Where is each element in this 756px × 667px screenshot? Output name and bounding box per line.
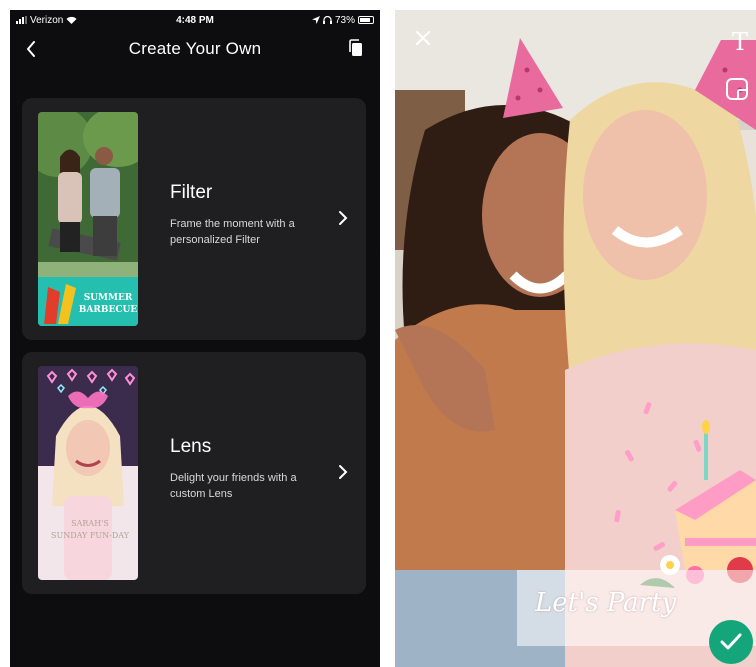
close-button[interactable] — [415, 30, 435, 50]
thumb-caption-line2: BARBECUE — [79, 305, 138, 315]
status-time: 4:48 PM — [176, 14, 214, 26]
thumb-caption-line1: SARAH'S — [71, 519, 109, 528]
filter-preview-screen: T Let's Party — [395, 10, 756, 667]
thumb-caption-line2: SUNDAY FUN-DAY — [51, 531, 130, 540]
create-your-own-screen: Verizon 4:48 PM 73% Create Your Own SUMM… — [10, 10, 380, 667]
filter-thumbnail: SUMMER BARBECUE — [38, 112, 138, 326]
caption-text: Let's Party — [535, 588, 677, 618]
lens-description: Delight your friends with a custom Lens — [170, 472, 297, 500]
copy-icon — [349, 39, 362, 56]
checkmark-icon — [720, 633, 742, 650]
status-bar: Verizon 4:48 PM 73% — [10, 10, 380, 30]
filter-title: Filter — [170, 182, 213, 203]
lens-thumbnail: SARAH'S SUNDAY FUN-DAY — [38, 366, 138, 580]
close-icon — [415, 30, 431, 46]
thumb-caption-line1: SUMMER — [84, 293, 133, 303]
page-title: Create Your Own — [128, 39, 262, 58]
chevron-right-icon — [339, 211, 348, 225]
navigation-bar: Create Your Own — [10, 32, 380, 66]
back-button[interactable] — [20, 38, 42, 60]
preview-photo — [395, 10, 756, 667]
chevron-right-icon — [339, 465, 348, 479]
lens-option-card[interactable]: SARAH'S SUNDAY FUN-DAY Lens Delight your… — [22, 352, 366, 594]
filter-description: Frame the moment with a personalized Fil… — [170, 218, 295, 246]
sticker-button[interactable] — [726, 78, 748, 100]
battery-icon — [358, 16, 374, 24]
copy-button[interactable] — [348, 39, 368, 59]
confirm-button[interactable] — [709, 620, 753, 664]
text-tool-button[interactable]: T — [732, 28, 748, 56]
filter-option-card[interactable]: SUMMER BARBECUE Filter Frame the moment … — [22, 98, 366, 340]
lens-title: Lens — [170, 436, 212, 457]
sticker-icon — [737, 89, 746, 98]
chevron-left-icon — [27, 41, 35, 57]
